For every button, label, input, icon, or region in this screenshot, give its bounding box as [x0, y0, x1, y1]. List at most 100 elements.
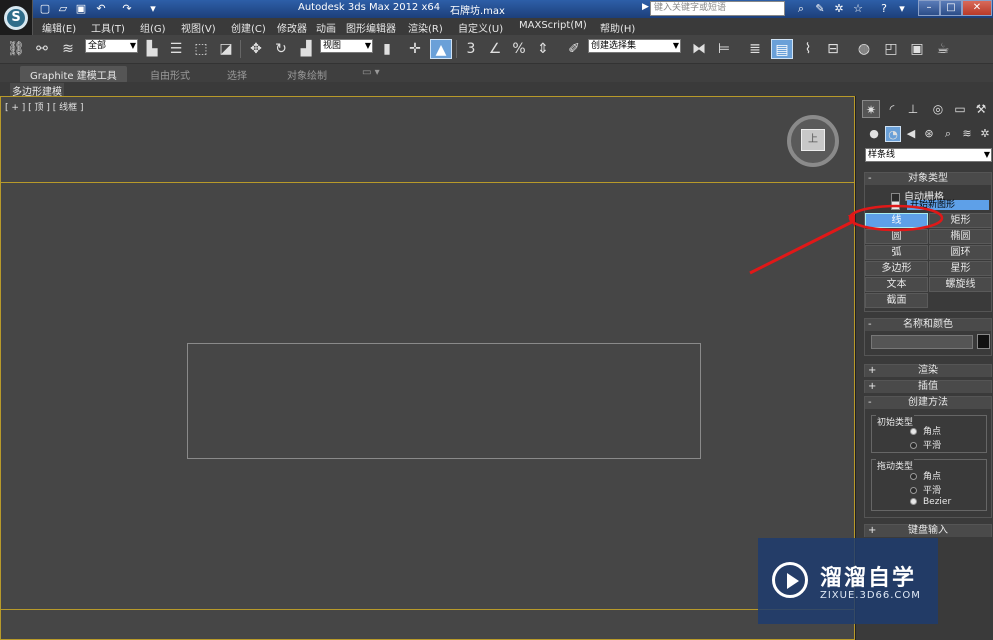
drag-corner-radio[interactable]: 角点	[910, 469, 941, 482]
menu-help[interactable]: 帮助(H)	[600, 20, 635, 35]
radio-indicator[interactable]	[910, 428, 917, 435]
tab-object-paint[interactable]: 对象绘制	[287, 67, 327, 82]
tab-freeform[interactable]: 自由形式	[150, 67, 190, 82]
selection-filter-dropdown[interactable]: 全部 ▼	[85, 39, 138, 53]
systems-icon[interactable]: ✲	[977, 126, 993, 142]
menu-maxscript[interactable]: MAXScript(M)	[519, 20, 587, 31]
object-color-swatch[interactable]	[977, 334, 990, 349]
reference-coordinate-dropdown[interactable]: 视图 ▼	[320, 39, 373, 53]
curve-editor-icon[interactable]: ⌇	[797, 39, 819, 59]
rectangle-shape[interactable]	[187, 343, 701, 459]
graphite-ribbon-icon[interactable]: ▤	[771, 39, 793, 59]
select-and-manipulate-icon[interactable]: ✛	[404, 39, 426, 59]
interpolation-header[interactable]: + 插值	[865, 381, 991, 393]
select-object-icon[interactable]: ▙	[141, 39, 163, 59]
text-button[interactable]: 文本	[865, 277, 928, 292]
geometry-icon[interactable]: ●	[866, 126, 882, 142]
menu-views[interactable]: 视图(V)	[181, 20, 216, 35]
communication-icon[interactable]: ✲	[831, 1, 847, 16]
favorites-star-icon[interactable]: ☆	[850, 1, 866, 16]
arc-button[interactable]: 弧	[865, 245, 928, 260]
interpolation-rollout[interactable]: + 插值	[864, 380, 992, 393]
search-expand-icon[interactable]: ▶	[642, 2, 649, 12]
viewcube[interactable]: 上	[787, 115, 839, 167]
radio-indicator[interactable]	[910, 487, 917, 494]
name-and-color-header[interactable]: - 名称和颜色	[865, 319, 991, 331]
edit-named-selection-icon[interactable]: ✐	[563, 39, 585, 59]
select-and-link-icon[interactable]: ⛓	[5, 39, 27, 59]
bind-space-warp-icon[interactable]: ≋	[57, 39, 79, 59]
pivot-center-icon[interactable]: ▮	[376, 39, 398, 59]
app-menu-button[interactable]: S	[0, 0, 33, 35]
radio-indicator[interactable]	[910, 498, 917, 505]
spinner-snap-icon[interactable]: ⇕	[532, 39, 554, 59]
percent-snap-icon[interactable]: %	[508, 39, 530, 59]
help-search-input[interactable]: 键入关键字或短语	[650, 1, 785, 16]
hierarchy-tab-icon[interactable]: ⊥	[904, 100, 922, 118]
viewport-label[interactable]: [ + ] [ 顶 ] [ 线框 ]	[5, 100, 84, 113]
menu-animation[interactable]: 动画	[316, 20, 336, 35]
new-file-icon[interactable]: ▢	[38, 2, 52, 15]
snaps-toggle-icon[interactable]: 3	[460, 39, 482, 59]
object-name-field[interactable]	[871, 335, 973, 349]
shape-category-dropdown[interactable]: 样条线 ▼	[865, 148, 992, 162]
menu-graph-editors[interactable]: 图形编辑器	[346, 20, 396, 35]
ngon-button[interactable]: 多边形	[865, 261, 928, 276]
tools-icon[interactable]: ✎	[812, 1, 828, 16]
display-tab-icon[interactable]: ▭	[951, 100, 969, 118]
drag-bezier-radio[interactable]: Bezier	[910, 497, 951, 507]
creation-method-header[interactable]: - 创建方法	[865, 397, 991, 409]
maximize-button[interactable]: □	[940, 0, 962, 16]
align-icon[interactable]: ⊨	[713, 39, 735, 59]
drag-smooth-radio[interactable]: 平滑	[910, 483, 941, 496]
tab-graphite-modeling[interactable]: Graphite 建模工具	[20, 66, 127, 83]
minimize-button[interactable]: –	[918, 0, 940, 16]
initial-corner-radio[interactable]: 角点	[910, 424, 941, 437]
material-editor-icon[interactable]: ◍	[853, 39, 875, 59]
render-production-icon[interactable]: ☕	[932, 39, 954, 59]
lights-icon[interactable]: ◀	[903, 126, 919, 142]
render-setup-icon[interactable]: ◰	[880, 39, 902, 59]
menu-customize[interactable]: 自定义(U)	[458, 20, 503, 35]
top-viewport[interactable]: [ + ] [ 顶 ] [ 线框 ] 上	[0, 96, 855, 640]
select-by-name-icon[interactable]: ☰	[165, 39, 187, 59]
viewcube-top-face[interactable]: 上	[801, 129, 825, 151]
unlink-icon[interactable]: ⚯	[31, 39, 53, 59]
helix-button[interactable]: 螺旋线	[929, 277, 992, 292]
rendering-header[interactable]: + 渲染	[865, 365, 991, 377]
save-file-icon[interactable]: ▣	[74, 2, 88, 15]
quick-access-dropdown-icon[interactable]: ▾	[146, 2, 160, 15]
window-crossing-icon[interactable]: ◪	[215, 39, 237, 59]
radio-indicator[interactable]	[910, 473, 917, 480]
keyboard-entry-rollout[interactable]: + 键盘输入	[864, 524, 992, 537]
menu-tools[interactable]: 工具(T)	[91, 20, 125, 35]
close-button[interactable]: ✕	[962, 0, 992, 16]
named-selection-dropdown[interactable]: 创建选择集 ▼	[588, 39, 681, 53]
select-and-place-icon[interactable]: ▲	[430, 39, 452, 59]
star-button[interactable]: 星形	[929, 261, 992, 276]
select-and-move-icon[interactable]: ✥	[245, 39, 267, 59]
create-tab-icon[interactable]: ✷	[862, 100, 880, 118]
tab-selection[interactable]: 选择	[227, 67, 247, 82]
motion-tab-icon[interactable]: ◎	[929, 100, 947, 118]
menu-rendering[interactable]: 渲染(R)	[408, 20, 443, 35]
open-file-icon[interactable]: ▱	[56, 2, 70, 15]
select-and-rotate-icon[interactable]: ↻	[270, 39, 292, 59]
undo-icon[interactable]: ↶	[94, 2, 108, 15]
object-type-header[interactable]: - 对象类型	[865, 173, 991, 185]
menu-group[interactable]: 组(G)	[140, 20, 166, 35]
cameras-icon[interactable]: ⊛	[921, 126, 937, 142]
initial-smooth-radio[interactable]: 平滑	[910, 438, 941, 451]
keyboard-entry-header[interactable]: + 键盘输入	[865, 525, 991, 537]
radio-indicator[interactable]	[910, 442, 917, 449]
rendered-frame-icon[interactable]: ▣	[906, 39, 928, 59]
menu-modifiers[interactable]: 修改器	[277, 20, 307, 35]
layer-manager-icon[interactable]: ≣	[744, 39, 766, 59]
mirror-icon[interactable]: ⧓	[688, 39, 710, 59]
ribbon-options-icon[interactable]: ▭ ▾	[362, 67, 380, 78]
section-button[interactable]: 截面	[865, 293, 928, 308]
select-and-scale-icon[interactable]: ▟	[295, 39, 317, 59]
rendering-rollout[interactable]: + 渲染	[864, 364, 992, 377]
modify-tab-icon[interactable]: ◜	[883, 100, 901, 118]
space-warps-icon[interactable]: ≋	[959, 126, 975, 142]
